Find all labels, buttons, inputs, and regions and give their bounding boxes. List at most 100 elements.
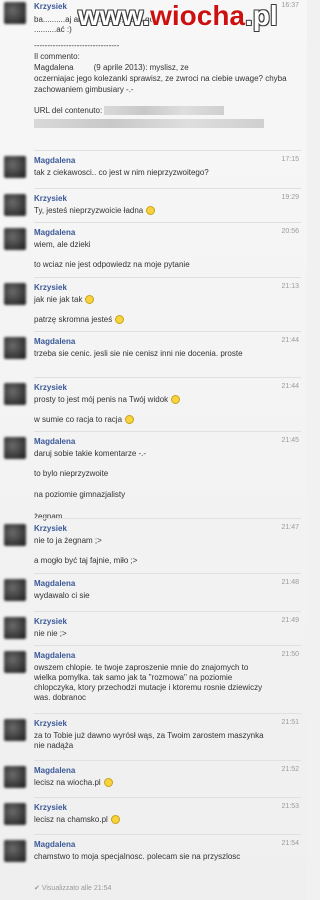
message-text-content: to bylo nieprzyzwoite <box>34 469 109 478</box>
divider-line: -------------------------------- <box>34 41 120 50</box>
smiley-icon <box>171 395 181 404</box>
message-author[interactable]: Krzysiek <box>34 194 67 203</box>
message-time: 20:56 <box>281 228 299 235</box>
message-text: daruj sobie takie komentarze -.- <box>34 449 272 459</box>
divider <box>34 611 301 612</box>
message-text: nie nie ;> <box>34 629 272 639</box>
divider <box>34 222 301 223</box>
message-text-content: lecisz na chamsko.pl <box>34 815 108 824</box>
message-text-content: prosty to jest mój penis na Twój widok <box>34 395 169 404</box>
message-text: w sumie co racja to racja <box>34 415 272 425</box>
message-time: 21:52 <box>281 766 299 773</box>
avatar[interactable] <box>4 337 26 359</box>
message-text-content: Ty, jesteś nieprzyzwoicie ładna <box>34 206 144 215</box>
message-author[interactable]: Magdalena <box>34 766 75 775</box>
message-text-content: za to Tobie już dawno wyrósł wąs, za Two… <box>34 731 264 750</box>
message-text: owszem chlopie. te twoje zaproszenie mni… <box>34 663 272 703</box>
check-icon: ✔ <box>34 885 40 892</box>
message-author[interactable]: Krzysiek <box>34 383 67 392</box>
message-time: 21:47 <box>281 524 299 531</box>
message-time: 21:49 <box>281 617 299 624</box>
message-text: patrzę skromna jesteś <box>34 315 272 325</box>
message-time: 21:44 <box>281 383 299 390</box>
divider <box>34 713 301 714</box>
quote-header: Il commento: <box>34 52 80 61</box>
message-author[interactable]: Krzysiek <box>34 283 67 292</box>
message-time: 21:54 <box>281 840 299 847</box>
message-time: 16:37 <box>281 2 299 9</box>
message-time: 21:48 <box>281 579 299 586</box>
message-author[interactable]: Krzysiek <box>34 617 67 626</box>
message-author[interactable]: Magdalena <box>34 840 75 849</box>
message-text: jak nie jak tak <box>34 295 272 305</box>
message-author[interactable]: Magdalena <box>34 337 75 346</box>
avatar[interactable] <box>4 383 26 405</box>
divider <box>34 645 301 646</box>
message-author[interactable]: Magdalena <box>34 651 75 660</box>
divider <box>34 277 301 278</box>
message-author[interactable]: Krzysiek <box>34 803 67 812</box>
avatar[interactable] <box>4 766 26 788</box>
avatar[interactable] <box>4 524 26 546</box>
message-text: za to Tobie już dawno wyrósł wąs, za Two… <box>34 731 272 751</box>
message-author[interactable]: Krzysiek <box>34 2 67 11</box>
smiley-icon <box>103 778 113 787</box>
avatar[interactable] <box>4 803 26 825</box>
message-text-content: żegnam <box>34 512 63 521</box>
message-author[interactable]: Magdalena <box>34 228 75 237</box>
divider <box>34 834 301 835</box>
message-text-content: wydawalo ci sie <box>34 591 90 600</box>
seen-status: ✔ Visualizzato alle 21:54 <box>34 885 112 892</box>
avatar[interactable] <box>4 579 26 601</box>
watermark-logo: www.wiocha.pl <box>78 0 278 31</box>
message-author[interactable]: Krzysiek <box>34 524 67 533</box>
avatar[interactable] <box>4 283 26 305</box>
message-text: prosty to jest mój penis na Twój widok <box>34 395 272 405</box>
message-time: 21:13 <box>281 283 299 290</box>
avatar[interactable] <box>4 2 26 24</box>
divider <box>34 518 301 519</box>
url-label: URL del contenuto: <box>34 106 103 115</box>
avatar[interactable] <box>4 228 26 250</box>
message-text-content: na poziomie gimnazjalisty <box>34 490 126 499</box>
divider <box>34 797 301 798</box>
avatar[interactable] <box>4 156 26 178</box>
message-author[interactable]: Magdalena <box>34 156 75 165</box>
message-time: 17:15 <box>281 156 299 163</box>
message-text-content: daruj sobie takie komentarze -.- <box>34 449 147 458</box>
message-text: żegnam <box>34 512 272 522</box>
message-text-content: nie to ja żegnam ;> <box>34 536 102 545</box>
message-text: to wciaz nie jest odpowiedz na moje pyta… <box>34 260 272 270</box>
message-author[interactable]: Krzysiek <box>34 719 67 728</box>
message-text-content: a mogło być taj fajnie, miło ;> <box>34 556 138 565</box>
divider <box>34 760 301 761</box>
message-author[interactable]: Magdalena <box>34 579 75 588</box>
message-text: nie to ja żegnam ;> <box>34 536 272 546</box>
divider <box>34 573 301 574</box>
smiley-icon <box>115 315 125 324</box>
message-text: chamstwo to moja specjalnosc. polecam si… <box>34 852 272 862</box>
message-text: to bylo nieprzyzwoite <box>34 469 272 479</box>
message-author[interactable]: Magdalena <box>34 437 75 446</box>
message-text-content: nie nie ;> <box>34 629 67 638</box>
smiley-icon <box>110 815 120 824</box>
message-text: wydawalo ci sie <box>34 591 272 601</box>
avatar[interactable] <box>4 437 26 459</box>
message-text-content: w sumie co racja to racja <box>34 415 123 424</box>
avatar[interactable] <box>4 194 26 216</box>
avatar[interactable] <box>4 840 26 862</box>
smiley-icon <box>85 295 95 304</box>
avatar[interactable] <box>4 719 26 741</box>
message-text: lecisz na chamsko.pl <box>34 815 272 825</box>
avatar[interactable] <box>4 617 26 639</box>
avatar[interactable] <box>4 651 26 673</box>
message-text-content: trzeba sie cenic. jesli sie nie cenisz i… <box>34 349 243 358</box>
message-text-content: jak nie jak tak <box>34 295 83 304</box>
message-text: a mogło być taj fajnie, miło ;> <box>34 556 272 566</box>
message-text: trzeba sie cenic. jesli sie nie cenisz i… <box>34 349 272 359</box>
quoted-comment: -------------------------------- Il comm… <box>34 40 294 129</box>
divider <box>34 188 301 189</box>
smiley-icon <box>125 415 135 424</box>
message-text-content: wiem, ale dzieki <box>34 240 91 249</box>
blurred-url <box>104 106 225 116</box>
